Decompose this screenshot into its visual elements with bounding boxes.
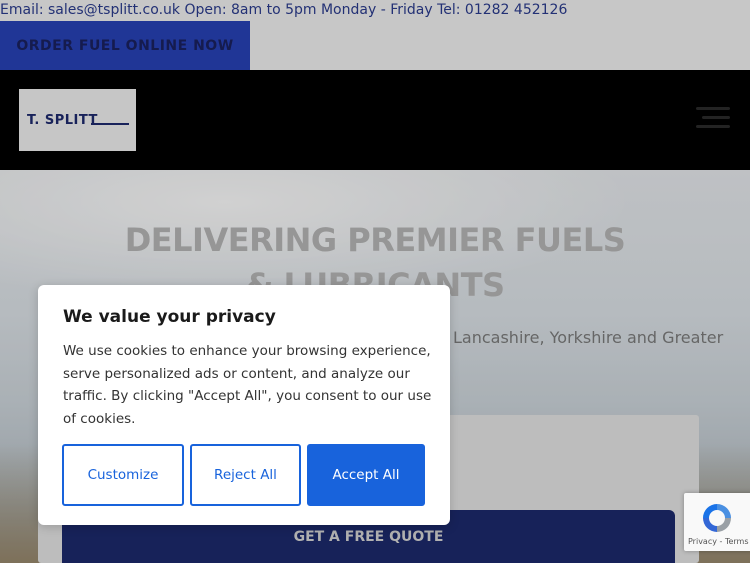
cookie-title: We value your privacy [63,307,276,327]
recaptcha-links[interactable]: Privacy - Terms [688,537,749,546]
cookie-consent-dialog: We value your privacy We use cookies to … [38,285,450,525]
recaptcha-badge[interactable]: Privacy - Terms [684,493,750,551]
recaptcha-icon [703,504,731,532]
customize-button[interactable]: Customize [62,444,184,506]
accept-all-button[interactable]: Accept All [307,444,425,506]
cookie-body: We use cookies to enhance your browsing … [63,343,432,427]
reject-all-button[interactable]: Reject All [190,444,301,506]
